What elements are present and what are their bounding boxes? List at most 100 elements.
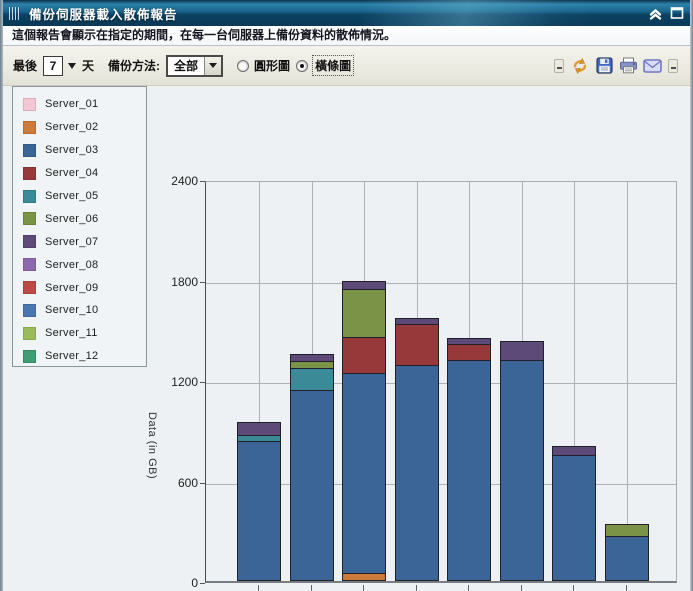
grip-icon[interactable] [9,6,21,20]
radio-pie-chart[interactable]: 圓形圖 [237,57,290,74]
y-axis-tick [200,583,205,584]
legend-swatch-icon [23,120,36,134]
legend-item: Server_08 [13,253,146,276]
window-title: 備份伺服器載入散佈報告 [29,7,178,22]
toolbar-overflow-handle[interactable] [668,58,678,73]
legend-item: Server_03 [13,139,146,162]
chevron-down-icon [209,63,218,68]
y-axis-tick-label: 600 [177,475,198,490]
refresh-icon [573,57,587,74]
window-left-border [0,0,3,591]
stacked-bar [447,338,491,581]
report-body: Server_01 Server_02 Server_03 Server_04 Serv… [0,86,693,591]
legend-swatch-icon [23,212,36,226]
chevron-down-icon[interactable] [68,62,77,69]
legend-swatch-icon [23,281,36,295]
legend-item: Server_07 [13,230,146,253]
stacked-bar [499,340,544,581]
legend-label: Server_08 [45,258,99,271]
bar-segment-server_04 [342,336,386,374]
legend-item: Server_12 [13,345,146,366]
legend-item: Server_05 [13,185,146,208]
legend: Server_01 Server_02 Server_03 Server_04 Serv… [12,86,147,367]
email-button[interactable] [642,56,662,76]
maximize-icon[interactable] [670,6,685,20]
legend-item: Server_01 [13,93,146,116]
stacked-bar [342,281,386,581]
radio-unselected-icon[interactable] [237,59,250,72]
legend-swatch-icon [23,97,36,111]
legend-swatch-icon [23,143,36,157]
legend-item: Server_10 [13,299,146,322]
bar-segment-server_03 [394,364,439,581]
legend-label: Server_06 [45,212,99,225]
legend-swatch-icon [23,166,36,180]
y-axis-tick-label: 0 [191,576,198,590]
x-axis-tick [363,585,364,591]
x-axis-tick [468,585,469,591]
legend-item: Server_02 [13,116,146,139]
method-dropdown-button[interactable] [204,56,222,75]
bar-segment-server_03 [289,390,334,581]
bar-segment-server_03 [552,454,596,581]
legend-label: Server_05 [45,190,99,202]
legend-label: Server_12 [45,350,99,363]
plot-area [205,181,677,583]
stacked-bar [289,353,334,581]
bar-segment-server_04 [447,344,491,361]
method-select[interactable]: 全部 [166,54,224,77]
bar-segment-server_07 [237,422,281,437]
legend-label: Server_11 [45,327,98,340]
y-axis-tick-label: 1800 [171,274,198,289]
radio-pie-label[interactable]: 圓形圖 [254,57,290,74]
bar-segment-server_03 [499,359,544,581]
bar-segment-server_06 [342,289,386,338]
legend-item: Server_06 [13,207,146,230]
gridline [626,182,628,581]
stacked-bar [237,422,281,581]
radio-bar-chart[interactable]: 橫條圖 [296,55,355,76]
report-description: 這個報告會顯示在指定的期間，在每一台伺服器上備份資料的散佈情況。 [3,26,690,46]
stacked-bar [552,446,596,581]
last-label: 最後 [13,59,38,73]
x-axis-tick [258,585,259,591]
stacked-bar [604,524,649,581]
gridline [206,383,676,384]
bar-segment-server_07 [499,340,544,361]
days-value[interactable]: 7 [43,55,64,76]
legend-swatch-icon [23,303,36,317]
gridline [206,282,676,284]
bar-segment-server_02 [342,573,386,581]
method-value[interactable]: 全部 [168,57,204,75]
radio-bar-label[interactable]: 橫條圖 [312,55,355,76]
legend-label: Server_10 [45,304,99,317]
legend-label: Server_02 [45,121,99,134]
print-button[interactable] [618,56,638,76]
y-axis-tick [200,281,205,283]
legend-item: Server_04 [13,162,146,185]
save-button[interactable] [594,56,614,76]
legend-swatch-icon [23,235,36,249]
legend-item: Server_09 [13,276,146,299]
toolbar: 最後 7 天 備份方法: 全部 圓形圖 橫條圖 [3,46,690,86]
bar-segment-server_03 [342,372,386,575]
refresh-button[interactable] [570,56,590,76]
days-unit-label: 天 [82,59,95,73]
bar-segment-server_03 [447,359,491,581]
x-axis-tick [415,585,417,591]
collapse-icon[interactable] [648,6,663,20]
stacked-bar [394,317,439,581]
toolbar-overflow-handle[interactable] [554,58,564,73]
titlebar: 備份伺服器載入散佈報告 [0,0,693,26]
legend-label: Server_09 [45,281,99,294]
email-icon [642,58,662,73]
radio-selected-icon[interactable] [296,59,309,72]
legend-label: Server_01 [45,98,99,111]
save-icon [595,57,613,74]
legend-swatch-icon [23,258,36,272]
y-axis-tick [200,482,205,484]
days-select[interactable]: 7 [43,55,77,76]
y-axis-tick [200,382,205,383]
legend-swatch-icon [23,189,36,203]
legend-label: Server_04 [45,167,99,180]
